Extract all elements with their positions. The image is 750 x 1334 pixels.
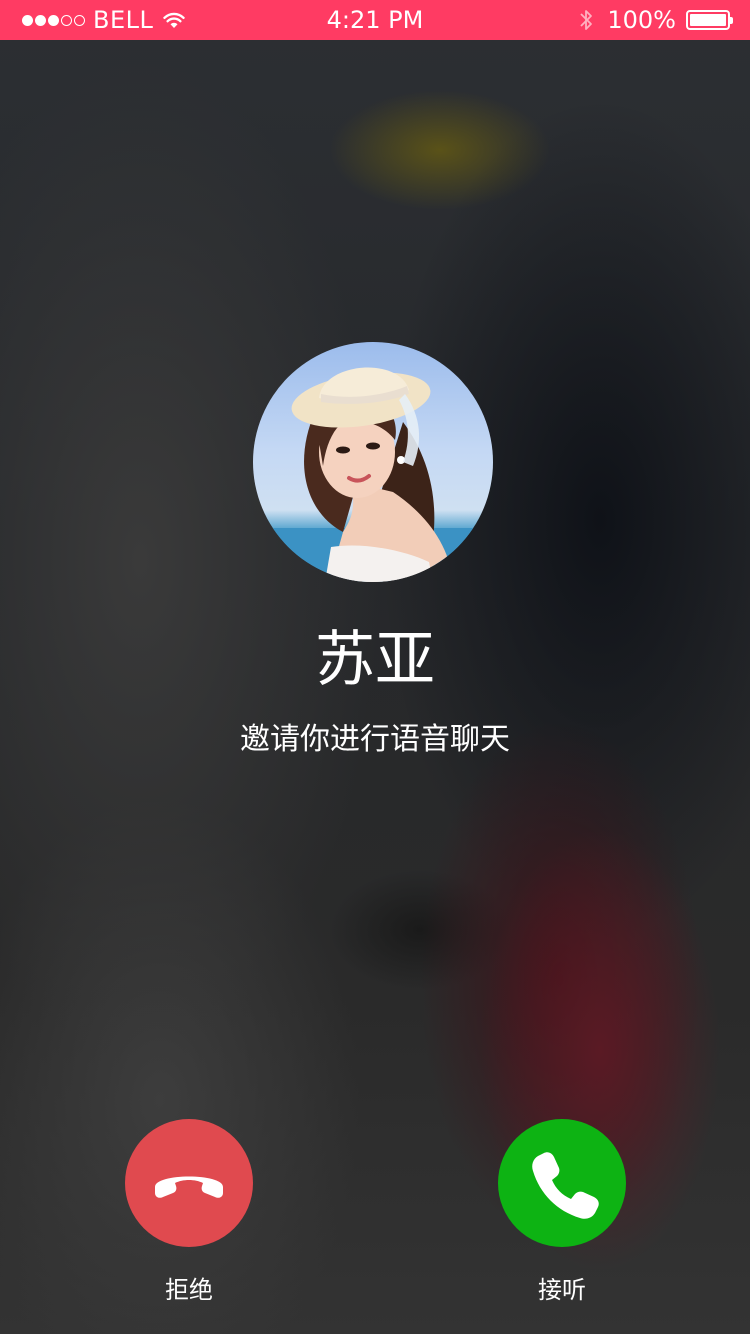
status-bar: BELL 4:21 PM 100% — [0, 0, 750, 40]
signal-dot — [74, 14, 85, 26]
decline-button[interactable] — [125, 1119, 253, 1247]
battery-percent: 100% — [607, 6, 676, 34]
status-right: 100% — [579, 0, 733, 40]
accept-button[interactable] — [498, 1119, 626, 1247]
caller-name: 苏亚 — [315, 625, 435, 695]
carrier-name: BELL — [93, 6, 154, 34]
decline-label: 拒绝 — [165, 1276, 213, 1304]
incoming-call-screen: BELL 4:21 PM 100% 苏亚 邀请你进行语音聊天 拒绝 接听 — [0, 0, 750, 1334]
accept-label: 接听 — [538, 1276, 586, 1304]
signal-dot — [61, 14, 72, 26]
decline-action: 拒绝 — [125, 1119, 253, 1307]
caller-avatar — [253, 342, 493, 582]
battery-fill — [690, 14, 726, 26]
phone-hangup-icon — [155, 1176, 223, 1198]
accept-action: 接听 — [498, 1119, 626, 1307]
call-description: 邀请你进行语音聊天 — [240, 722, 510, 757]
signal-dot — [48, 14, 59, 26]
signal-dot — [35, 14, 46, 26]
battery-icon — [686, 10, 733, 30]
status-left: BELL — [22, 0, 186, 40]
phone-icon — [532, 1152, 599, 1219]
signal-strength-icon — [22, 14, 85, 26]
bluetooth-icon — [580, 10, 593, 30]
wifi-icon — [163, 12, 186, 28]
signal-dot — [22, 14, 33, 26]
